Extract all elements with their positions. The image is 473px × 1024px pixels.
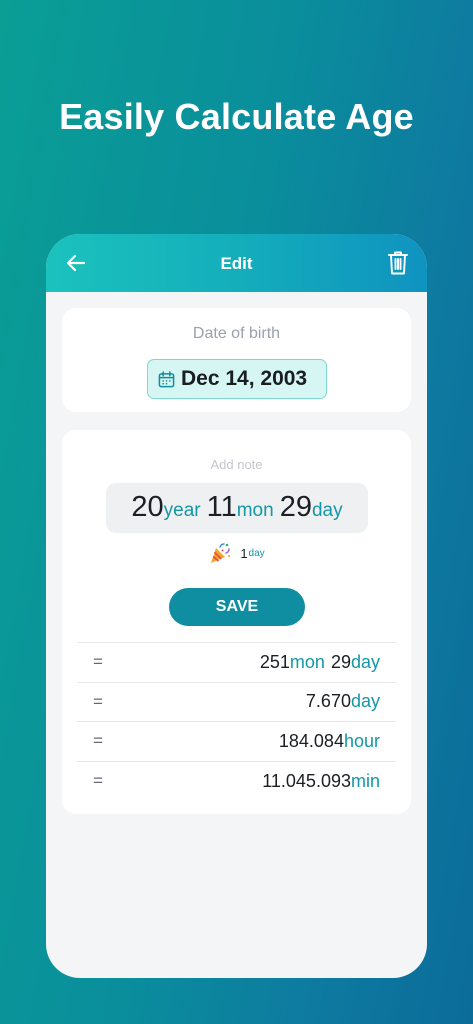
age-result-card: Add note 20 year 11 mon 29 day 1 day SAV… (62, 430, 411, 814)
result-value: 7.670day (306, 691, 380, 712)
party-popper-icon (211, 543, 231, 563)
age-years: 20 (131, 491, 164, 523)
result-number: 7.670 (305, 691, 351, 712)
save-button[interactable]: SAVE (169, 588, 305, 626)
age-days-unit: day (311, 500, 343, 521)
phone-screen: Edit Date of birth Dec 14, 2003 Add note… (46, 234, 427, 978)
page-title: Edit (220, 254, 253, 273)
result-row-minutes: = 11.045.093min (77, 762, 396, 802)
result-number: 29 (330, 651, 351, 672)
result-number: 184.084 (278, 730, 344, 751)
result-row-months: = 251mon 29day (77, 643, 396, 683)
age-months-unit: mon (236, 500, 274, 521)
trash-icon[interactable] (387, 250, 409, 276)
age-years-unit: year (163, 500, 201, 521)
result-unit: day (350, 691, 380, 712)
headline: Easily Calculate Age (59, 96, 414, 137)
conversion-list: = 251mon 29day = 7.670day = 184.084hour = (77, 642, 396, 801)
app-bar: Edit (46, 234, 427, 292)
result-unit: day (350, 651, 380, 672)
equals-sign: = (93, 652, 103, 672)
date-picker-button[interactable]: Dec 14, 2003 (147, 359, 327, 399)
equals-sign: = (93, 771, 103, 791)
date-of-birth-card: Date of birth Dec 14, 2003 (62, 308, 411, 412)
result-number: 251 (259, 651, 290, 672)
equals-sign: = (93, 691, 103, 711)
age-days: 29 (279, 491, 312, 523)
result-value: 11.045.093min (262, 771, 380, 792)
dob-value: Dec 14, 2003 (181, 367, 308, 390)
dob-label: Date of birth (192, 325, 281, 342)
result-unit: mon (289, 651, 325, 672)
equals-sign: = (93, 731, 103, 751)
age-display: 20 year 11 mon 29 day (106, 483, 368, 533)
result-unit: min (350, 770, 380, 791)
calendar-icon (158, 370, 175, 387)
result-row-hours: = 184.084hour (77, 722, 396, 762)
result-unit: hour (343, 730, 380, 751)
birthday-countdown: 1 day (62, 541, 411, 565)
result-number: 11.045.093 (262, 770, 351, 791)
add-note-field[interactable]: Add note (62, 457, 411, 472)
result-value: 184.084hour (279, 731, 380, 752)
countdown-unit: day (248, 547, 265, 559)
age-months: 11 (206, 491, 237, 523)
countdown-value: 1 (240, 545, 248, 561)
result-row-days: = 7.670day (77, 683, 396, 722)
result-value: 251mon 29day (260, 652, 380, 673)
